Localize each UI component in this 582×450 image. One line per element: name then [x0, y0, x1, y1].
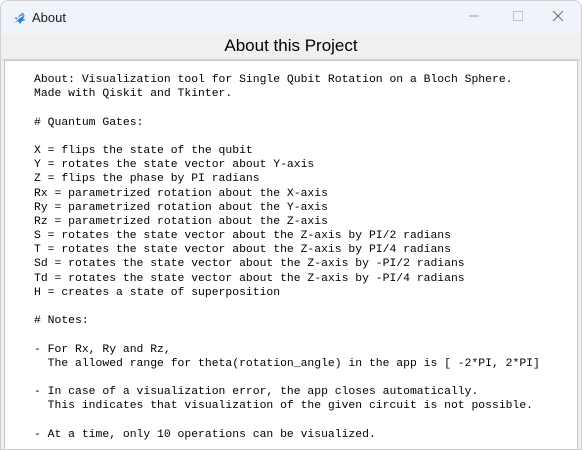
heading-bar: About this Project: [1, 34, 581, 60]
window-title: About: [32, 10, 66, 25]
about-text-line: Ry = parametrized rotation about the Y-a…: [34, 201, 328, 214]
maximize-icon: [512, 9, 524, 27]
about-text-line: [34, 130, 540, 144]
about-window: About About this Project About: Visualiz…: [0, 0, 582, 450]
about-text-line: Td = rotates the state vector about the …: [34, 272, 465, 285]
about-text-line: Z = flips the phase by PI radians: [34, 173, 260, 186]
about-text-line: [34, 371, 540, 385]
about-text-line: - For Rx, Ry and Rz,: [34, 343, 171, 356]
about-text-line: X = flips the state of the qubit: [34, 144, 253, 157]
about-text: About: Visualization tool for Single Qub…: [34, 73, 540, 442]
title-bar[interactable]: About: [1, 1, 581, 34]
about-text-line: [34, 328, 540, 342]
about-text-line: - In case of a visualization error, the …: [34, 386, 479, 399]
about-text-line: Made with Qiskit and Tkinter.: [34, 88, 233, 101]
close-icon: [552, 9, 564, 27]
about-text-line: [34, 101, 540, 115]
minimize-button[interactable]: [451, 1, 497, 34]
about-text-line: This indicates that visualization of the…: [34, 400, 533, 413]
minimize-icon: [468, 9, 480, 27]
about-text-line: The allowed range for theta(rotation_ang…: [34, 357, 540, 370]
page-title: About this Project: [224, 36, 358, 55]
about-text-line: T = rotates the state vector about the Z…: [34, 244, 451, 257]
about-text-line: [34, 300, 540, 314]
tkinter-feather-icon: [12, 11, 27, 25]
about-text-line: S = rotates the state vector about the Z…: [34, 230, 451, 243]
about-text-panel[interactable]: About: Visualization tool for Single Qub…: [4, 60, 578, 449]
about-text-line: About: Visualization tool for Single Qub…: [34, 74, 513, 86]
about-text-line: H = creates a state of superposition: [34, 286, 281, 299]
about-text-line: # Quantum Gates:: [34, 116, 144, 129]
about-text-line: Y = rotates the state vector about Y-axi…: [34, 159, 315, 172]
about-text-line: Sd = rotates the state vector about the …: [34, 258, 465, 271]
about-text-line: Rz = parametrized rotation about the Z-a…: [34, 215, 328, 228]
about-text-line: [34, 414, 540, 428]
about-text-line: - At a time, only 10 operations can be v…: [34, 428, 376, 441]
about-text-line: # Notes:: [34, 315, 89, 328]
close-button[interactable]: [535, 1, 581, 34]
about-text-line: Rx = parametrized rotation about the X-a…: [34, 187, 328, 200]
